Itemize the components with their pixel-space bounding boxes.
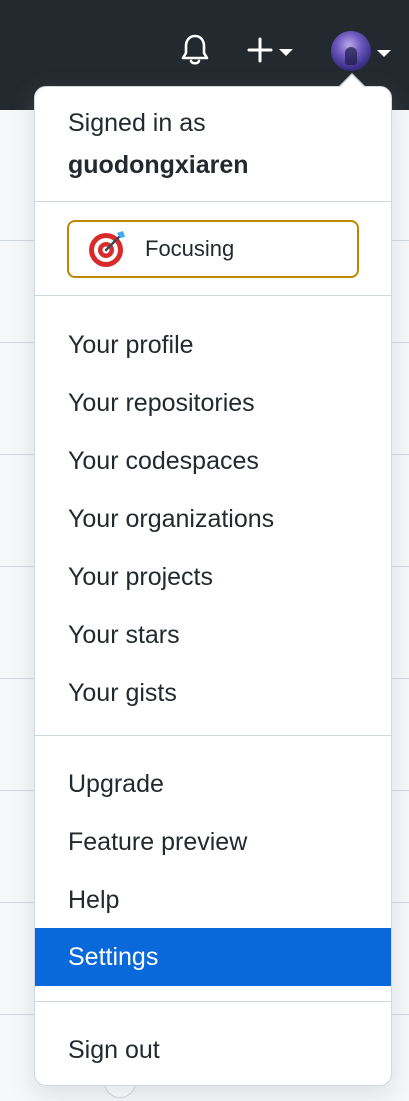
status-label: Focusing [145,236,235,261]
menu-item-your-stars[interactable]: Your stars [35,606,391,664]
menu-item-feature-preview[interactable]: Feature preview [35,813,391,871]
signed-in-label: Signed in as [68,109,206,137]
bell-icon [181,34,209,65]
chevron-down-icon [279,48,293,56]
menu-item-settings[interactable]: Settings [35,928,391,986]
divider [35,295,391,296]
dropdown-caret-fill [339,75,365,88]
menu-item-help[interactable]: Help [35,871,391,929]
page: Signed in as guodongxiaren Focusing Your… [0,0,409,1101]
plus-icon [247,37,273,63]
divider [35,201,391,202]
status-button[interactable]: Focusing [67,220,359,278]
create-new-button[interactable] [240,30,300,70]
menu-item-your-organizations[interactable]: Your organizations [35,490,391,548]
menu-item-upgrade[interactable]: Upgrade [35,755,391,813]
menu-item-your-gists[interactable]: Your gists [35,664,391,722]
menu-item-your-profile[interactable]: Your profile [35,316,391,374]
divider [35,1001,391,1002]
sign-out-button[interactable]: Sign out [35,1021,391,1079]
user-menu-button[interactable] [326,28,396,74]
chevron-down-icon [377,49,391,57]
user-dropdown-menu: Signed in as guodongxiaren Focusing Your… [34,86,392,1086]
avatar [331,31,371,71]
menu-item-your-projects[interactable]: Your projects [35,548,391,606]
menu-item-your-repositories[interactable]: Your repositories [35,374,391,432]
username[interactable]: guodongxiaren [68,151,249,180]
divider [35,735,391,736]
menu-item-your-codespaces[interactable]: Your codespaces [35,432,391,490]
direct-hit-target-icon [87,229,127,269]
notifications-button[interactable] [176,30,214,70]
